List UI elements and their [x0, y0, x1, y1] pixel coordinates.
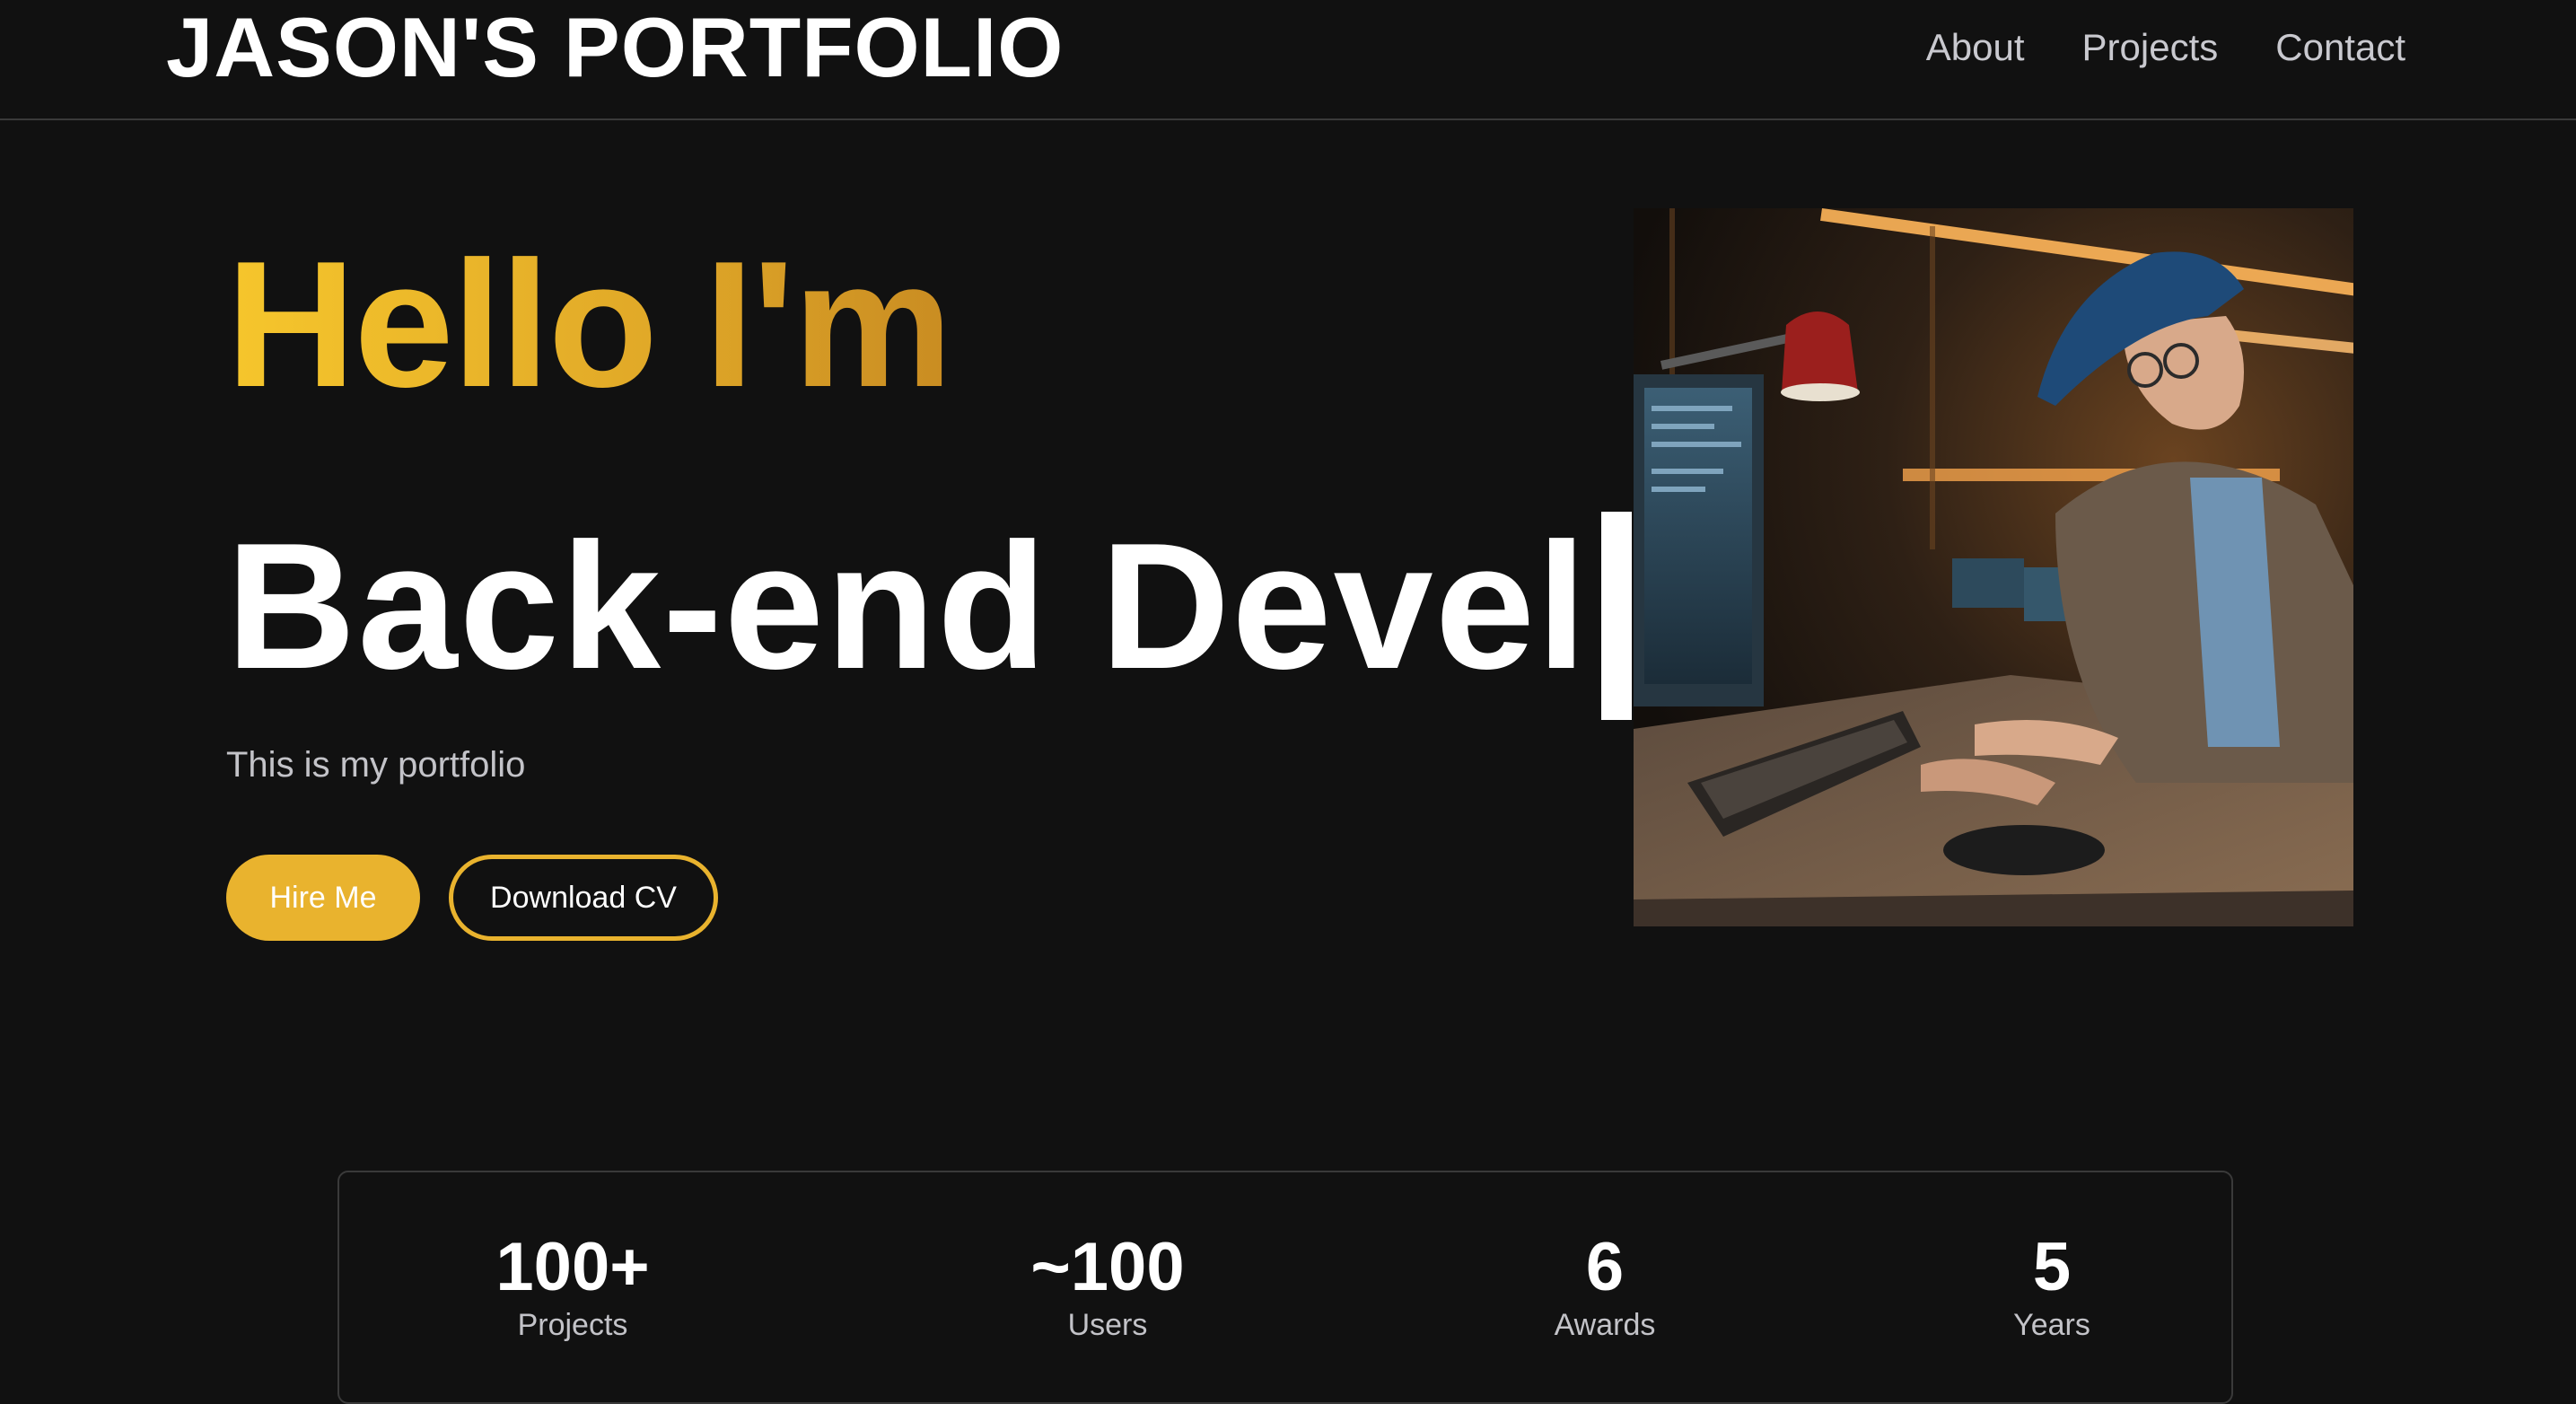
nav-link-about[interactable]: About	[1926, 22, 2025, 74]
nav-link-contact[interactable]: Contact	[2275, 22, 2405, 74]
stat-awards: 6 Awards	[1425, 1230, 1784, 1345]
stat-value: 6	[1585, 1229, 1625, 1305]
hero-role-typed: Back-end Devel	[226, 506, 1589, 706]
hero-greeting: Hello I'm	[226, 224, 952, 425]
stat-label: Users	[1067, 1308, 1148, 1342]
stat-years: 5 Years	[1872, 1230, 2231, 1345]
stat-projects: 100+ Projects	[393, 1230, 752, 1345]
stats-panel: 100+ Projects ~100 Users 6 Awards 5 Year…	[337, 1171, 2233, 1404]
hero-role-line: Back-end Devel	[226, 494, 1632, 720]
stat-users: ~100 Users	[928, 1230, 1287, 1345]
stat-label: Awards	[1554, 1308, 1656, 1342]
site-header: JASON'S PORTFOLIO About Projects Contact	[0, 0, 2576, 120]
download-cv-button[interactable]: Download CV	[449, 855, 718, 941]
stat-label: Projects	[517, 1308, 628, 1342]
stat-value: ~100	[1030, 1229, 1185, 1305]
main-nav: About Projects Contact	[1926, 22, 2405, 74]
hero-tagline: This is my portfolio	[226, 745, 526, 785]
stat-value: 5	[2032, 1229, 2072, 1305]
hero-developer-image	[1634, 208, 2353, 926]
stat-value: 100+	[495, 1229, 650, 1305]
typing-cursor	[1600, 512, 1632, 720]
nav-link-projects[interactable]: Projects	[2082, 22, 2219, 74]
stat-label: Years	[2013, 1308, 2090, 1342]
hire-me-button[interactable]: Hire Me	[226, 855, 420, 941]
brand-logo[interactable]: JASON'S PORTFOLIO	[166, 0, 1064, 95]
